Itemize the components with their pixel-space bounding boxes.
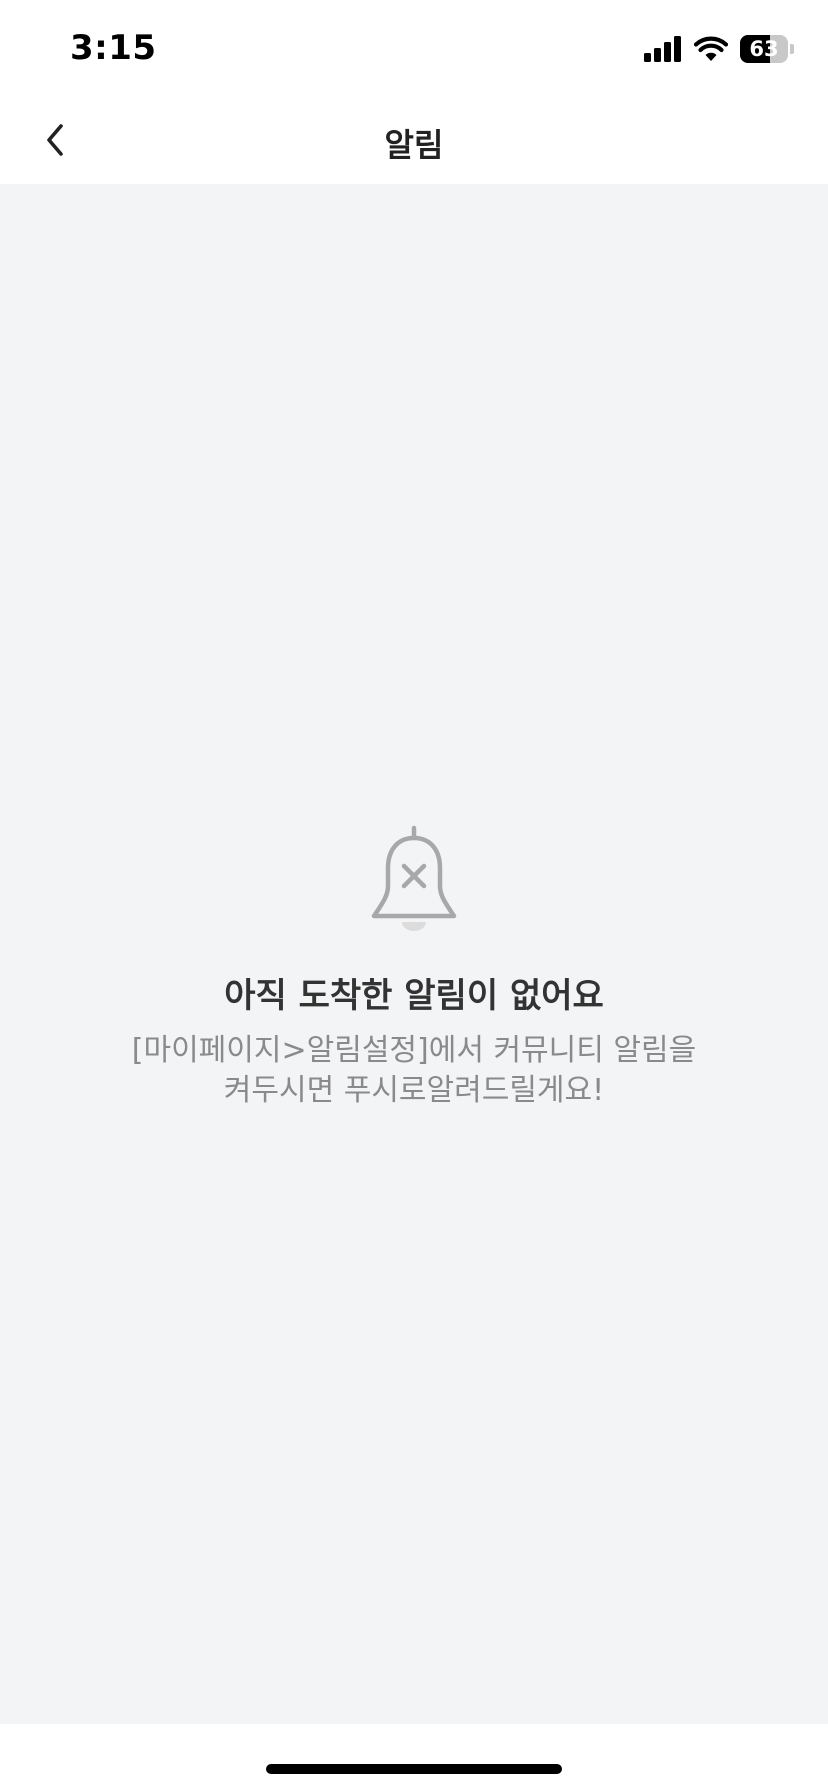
signal-icon	[644, 36, 681, 62]
battery-body: 63	[740, 35, 788, 63]
status-time: 3:15	[70, 28, 157, 68]
home-indicator[interactable]	[266, 1764, 562, 1774]
notifications-screen: 3:15 63 알림 아직 도착한 알림이 없어요 [마이페이지>알림설정]에서…	[0, 0, 828, 1792]
notification-list-area: 아직 도착한 알림이 없어요 [마이페이지>알림설정]에서 커뮤니티 알림을 켜…	[0, 184, 828, 1724]
home-indicator-area	[0, 1724, 828, 1792]
battery-icon: 63	[740, 35, 794, 63]
battery-level: 63	[749, 37, 779, 61]
status-icons: 63	[644, 34, 794, 64]
empty-state-description: [마이페이지>알림설정]에서 커뮤니티 알림을 켜두시면 푸시로알려드릴게요!	[132, 1031, 696, 1111]
bell-off-icon	[371, 825, 457, 931]
empty-state-description-line2: 켜두시면 푸시로알려드릴게요!	[223, 1073, 605, 1108]
empty-state: 아직 도착한 알림이 없어요 [마이페이지>알림설정]에서 커뮤니티 알림을 켜…	[0, 824, 828, 1111]
empty-state-description-line1: [마이페이지>알림설정]에서 커뮤니티 알림을	[131, 1033, 697, 1068]
empty-state-title: 아직 도착한 알림이 없어요	[224, 976, 604, 1016]
status-bar: 3:15 63	[0, 0, 828, 96]
nav-bar: 알림	[0, 96, 828, 184]
wifi-icon	[694, 36, 728, 61]
page-title: 알림	[384, 126, 444, 164]
battery-tip	[790, 44, 794, 54]
